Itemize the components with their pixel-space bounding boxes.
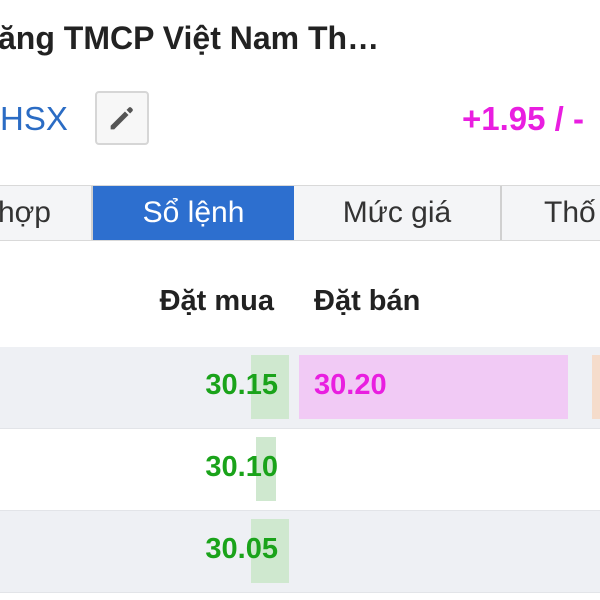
bid-price: 30.05 (205, 533, 278, 565)
tab-price-levels[interactable]: Mức giá (294, 186, 502, 240)
company-title: ăng TMCP Việt Nam Th… (0, 20, 380, 56)
order-row: 30.10 (0, 429, 600, 511)
tab-statistics[interactable]: Thố (502, 186, 600, 240)
order-row: 30.05 (0, 511, 600, 593)
exchange-link[interactable]: HSX (0, 100, 68, 138)
edit-button[interactable] (95, 91, 149, 145)
ask-volume-bar-edge (592, 355, 600, 419)
tab-bar: hợp Sổ lệnh Mức giá Thố (0, 185, 600, 241)
tab-order-book[interactable]: Sổ lệnh (93, 186, 294, 240)
bid-price: 30.15 (205, 369, 278, 401)
bid-column-header: Đặt mua (159, 285, 274, 317)
pencil-icon (110, 107, 133, 130)
order-book-screen: ăng TMCP Việt Nam Th… HSX +1.95 / - hợp … (0, 0, 600, 600)
price-change: +1.95 / - (462, 100, 584, 137)
bid-price: 30.10 (205, 451, 278, 483)
tab-matched[interactable]: hợp (0, 186, 93, 240)
ask-column-header: Đặt bán (314, 285, 421, 317)
order-row: 30.15 30.20 (0, 347, 600, 429)
ask-price: 30.20 (314, 369, 387, 401)
